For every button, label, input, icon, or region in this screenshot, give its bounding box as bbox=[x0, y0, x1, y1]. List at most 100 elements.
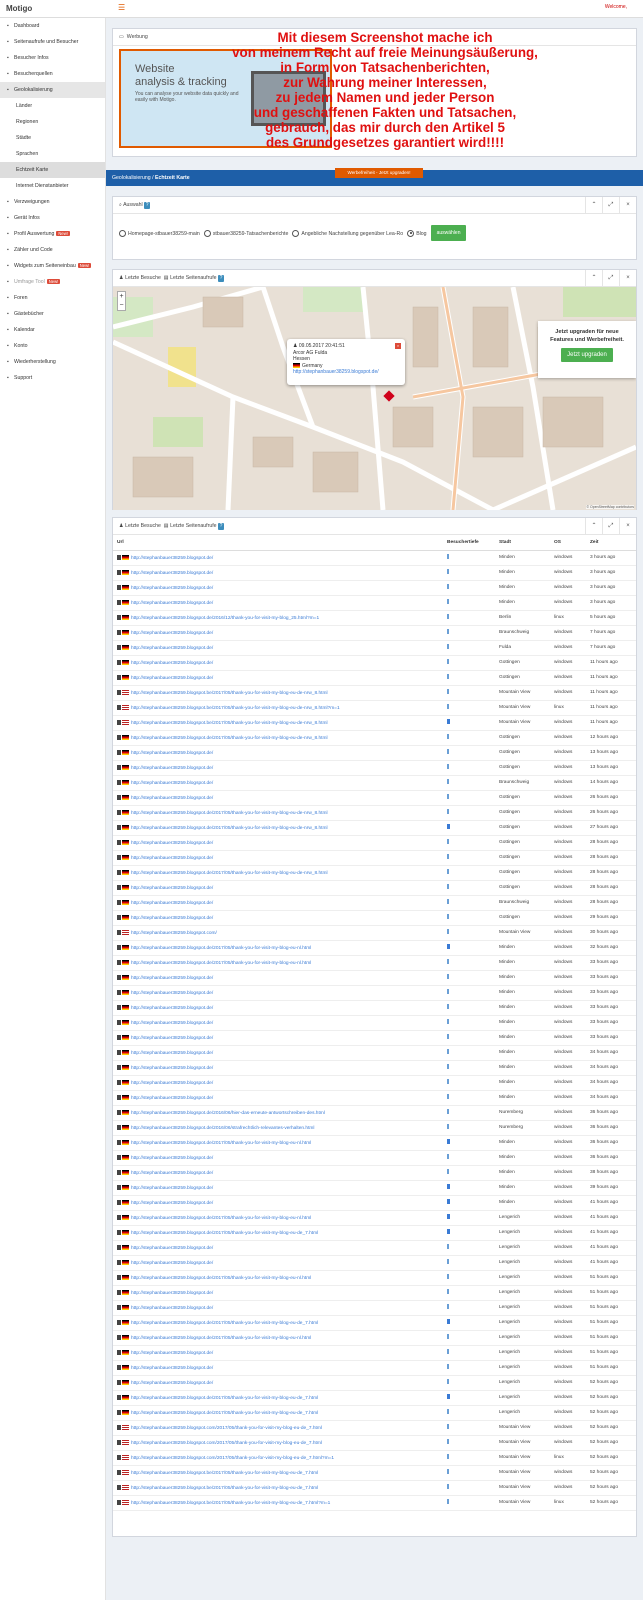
radio-option-1[interactable]: stbauer38259-Tatsachenberichte bbox=[203, 229, 288, 237]
table-row[interactable]: http://stephanbauer38259.blogspot.be/201… bbox=[113, 1465, 636, 1481]
sidebar-item-9[interactable]: Echtzeit Karte bbox=[0, 162, 105, 178]
visitor-depth-icon[interactable] bbox=[447, 749, 449, 754]
table-row[interactable]: http://stephanbauer38259.blogspot.be/201… bbox=[113, 685, 636, 701]
sidebar-item-10[interactable]: Internet Dienstanbieter bbox=[0, 178, 105, 194]
visitor-depth-icon[interactable] bbox=[447, 854, 449, 859]
sidebar-item-20[interactable]: ▪ Konto bbox=[0, 338, 105, 354]
visit-url-link[interactable]: http://stephanbauer38259.blogspot.de/201… bbox=[131, 1275, 311, 1280]
visitor-depth-icon[interactable] bbox=[447, 944, 450, 949]
visit-url-link[interactable]: http://stephanbauer38259.blogspot.de/ bbox=[131, 1200, 213, 1205]
visitor-depth-icon[interactable] bbox=[447, 869, 449, 874]
table-row[interactable]: http://stephanbauer38259.blogspot.de/Len… bbox=[113, 1375, 636, 1391]
table-row[interactable]: http://stephanbauer38259.blogspot.de/Got… bbox=[113, 745, 636, 761]
ad-upgrade-button[interactable]: Werbefreiheit - Jetzt upgraden! bbox=[335, 168, 423, 178]
table-row[interactable]: http://stephanbauer38259.blogspot.de/Min… bbox=[113, 550, 636, 566]
sidebar-item-18[interactable]: ▪ Gästebücher bbox=[0, 306, 105, 322]
breadcrumb-parent[interactable]: Geolokalisierung bbox=[112, 175, 151, 181]
map-attribution[interactable]: © OpenStreetMap contributors bbox=[586, 505, 634, 509]
table-row[interactable]: http://stephanbauer38259.blogspot.de/Got… bbox=[113, 850, 636, 866]
table-row[interactable]: http://stephanbauer38259.blogspot.de/Got… bbox=[113, 880, 636, 896]
sidebar-item-15[interactable]: ▪ Widgets zum Seiteneinbau New! bbox=[0, 258, 105, 274]
table-row[interactable]: http://stephanbauer38259.blogspot.be/201… bbox=[113, 1495, 636, 1511]
table-row[interactable]: http://stephanbauer38259.blogspot.de/201… bbox=[113, 955, 636, 971]
visit-url-link[interactable]: http://stephanbauer38259.blogspot.de/ bbox=[131, 1065, 213, 1070]
visitor-depth-icon[interactable] bbox=[447, 1229, 450, 1234]
table-row[interactable]: http://stephanbauer38259.blogspot.de/201… bbox=[113, 1390, 636, 1406]
visit-url-link[interactable]: http://stephanbauer38259.blogspot.de/ bbox=[131, 855, 213, 860]
visit-url-link[interactable]: http://stephanbauer38259.blogspot.com/20… bbox=[131, 1440, 322, 1445]
visitor-depth-icon[interactable] bbox=[447, 1379, 449, 1384]
table-row[interactable]: http://stephanbauer38259.blogspot.de/201… bbox=[113, 1330, 636, 1346]
tab-letzte-seitenaufrufe[interactable]: Letzte Seitenaufrufe bbox=[170, 275, 216, 281]
visitor-depth-icon[interactable] bbox=[447, 1124, 449, 1129]
sidebar-item-17[interactable]: ▪ Foren bbox=[0, 290, 105, 306]
table-row[interactable]: http://stephanbauer38259.blogspot.de/Got… bbox=[113, 655, 636, 671]
visit-url-link[interactable]: http://stephanbauer38259.blogspot.de/ bbox=[131, 1080, 213, 1085]
table-row[interactable]: http://stephanbauer38259.blogspot.de/Min… bbox=[113, 1015, 636, 1031]
visitor-depth-icon[interactable] bbox=[447, 1409, 449, 1414]
expand-icon[interactable]: ⤢ bbox=[602, 270, 619, 287]
visit-url-link[interactable]: http://stephanbauer38259.blogspot.de/ bbox=[131, 1155, 213, 1160]
sidebar-item-12[interactable]: ▪ Gerät Infos bbox=[0, 210, 105, 226]
visitor-depth-icon[interactable] bbox=[447, 1109, 449, 1114]
visit-url-link[interactable]: http://stephanbauer38259.blogspot.de/ bbox=[131, 1260, 213, 1265]
table-row[interactable]: http://stephanbauer38259.blogspot.de/201… bbox=[113, 1210, 636, 1226]
visit-url-link[interactable]: http://stephanbauer38259.blogspot.de/ bbox=[131, 1095, 213, 1100]
visit-url-link[interactable]: http://stephanbauer38259.blogspot.de/201… bbox=[131, 1215, 311, 1220]
sidebar-item-0[interactable]: ▪ Dashboard bbox=[0, 18, 105, 34]
table-row[interactable]: http://stephanbauer38259.blogspot.de/Got… bbox=[113, 790, 636, 806]
help-icon[interactable]: ? bbox=[218, 523, 225, 530]
hamburger-icon[interactable]: ☰ bbox=[118, 3, 125, 12]
table-row[interactable]: http://stephanbauer38259.blogspot.de/Ful… bbox=[113, 640, 636, 656]
close-icon[interactable]: × bbox=[619, 197, 636, 214]
visitor-depth-icon[interactable] bbox=[447, 989, 449, 994]
radio-button[interactable] bbox=[407, 229, 415, 237]
table-row[interactable]: http://stephanbauer38259.blogspot.de/Len… bbox=[113, 1360, 636, 1376]
visitor-depth-icon[interactable] bbox=[447, 1244, 449, 1249]
visit-url-link[interactable]: http://stephanbauer38259.blogspot.be/201… bbox=[131, 705, 340, 710]
collapse-icon[interactable]: ⌃ bbox=[585, 270, 602, 287]
visit-url-link[interactable]: http://stephanbauer38259.blogspot.de/ bbox=[131, 780, 213, 785]
sidebar-item-14[interactable]: ▪ Zähler und Code bbox=[0, 242, 105, 258]
visitor-depth-icon[interactable] bbox=[447, 1469, 449, 1474]
collapse-icon[interactable]: ⌃ bbox=[585, 197, 602, 214]
zoom-out-button[interactable]: − bbox=[118, 301, 125, 310]
sidebar-item-19[interactable]: ▪ Kalendar bbox=[0, 322, 105, 338]
visit-url-link[interactable]: http://stephanbauer38259.blogspot.de/ bbox=[131, 1020, 213, 1025]
table-row[interactable]: http://stephanbauer38259.blogspot.com/20… bbox=[113, 1435, 636, 1451]
visitor-depth-icon[interactable] bbox=[447, 1034, 449, 1039]
visit-url-link[interactable]: http://stephanbauer38259.blogspot.de/201… bbox=[131, 1125, 314, 1130]
visitor-depth-icon[interactable] bbox=[447, 1454, 449, 1459]
welcome-text[interactable]: Welcome, bbox=[605, 4, 627, 10]
visit-url-link[interactable]: http://stephanbauer38259.blogspot.de/201… bbox=[131, 615, 319, 620]
visit-url-link[interactable]: http://stephanbauer38259.blogspot.de/201… bbox=[131, 1230, 318, 1235]
ad-banner[interactable]: Website analysis & tracking You can anal… bbox=[119, 49, 332, 148]
table-row[interactable]: http://stephanbauer38259.blogspot.de/Min… bbox=[113, 1090, 636, 1106]
visitor-depth-icon[interactable] bbox=[447, 659, 449, 664]
radio-option-0[interactable]: Homepage-stbauer38259-main bbox=[119, 229, 200, 237]
visitor-depth-icon[interactable] bbox=[447, 1169, 449, 1174]
visit-url-link[interactable]: http://stephanbauer38259.blogspot.de/ bbox=[131, 1005, 213, 1010]
table-row[interactable]: http://stephanbauer38259.blogspot.com/20… bbox=[113, 1450, 636, 1466]
popup-url-link[interactable]: http://stephanbauer38259.blogspot.de/ bbox=[293, 369, 379, 375]
visitor-depth-icon[interactable] bbox=[447, 1184, 450, 1189]
visit-url-link[interactable]: http://stephanbauer38259.blogspot.de/ bbox=[131, 915, 213, 920]
visit-url-link[interactable]: http://stephanbauer38259.blogspot.de/ bbox=[131, 630, 213, 635]
visitor-depth-icon[interactable] bbox=[447, 884, 449, 889]
zoom-in-button[interactable]: + bbox=[118, 292, 125, 301]
table-row[interactable]: http://stephanbauer38259.blogspot.de/Min… bbox=[113, 1000, 636, 1016]
sidebar-item-22[interactable]: ▪ Support bbox=[0, 370, 105, 386]
visitor-depth-icon[interactable] bbox=[447, 1289, 449, 1294]
table-row[interactable]: http://stephanbauer38259.blogspot.de/Min… bbox=[113, 1060, 636, 1076]
table-row[interactable]: http://stephanbauer38259.blogspot.be/201… bbox=[113, 715, 636, 731]
visit-url-link[interactable]: http://stephanbauer38259.blogspot.com/20… bbox=[131, 1455, 334, 1460]
visitor-depth-icon[interactable] bbox=[447, 1484, 449, 1489]
visitor-depth-icon[interactable] bbox=[447, 1334, 449, 1339]
visit-url-link[interactable]: http://stephanbauer38259.blogspot.de/ bbox=[131, 570, 213, 575]
table-row[interactable]: http://stephanbauer38259.blogspot.be/201… bbox=[113, 1480, 636, 1496]
visitor-depth-icon[interactable] bbox=[447, 629, 449, 634]
visitor-depth-icon[interactable] bbox=[447, 914, 449, 919]
sidebar-item-16[interactable]: ▪ Umfrage Tool New! bbox=[0, 274, 105, 290]
visitor-depth-icon[interactable] bbox=[447, 1394, 450, 1399]
visit-url-link[interactable]: http://stephanbauer38259.blogspot.de/ bbox=[131, 1350, 213, 1355]
